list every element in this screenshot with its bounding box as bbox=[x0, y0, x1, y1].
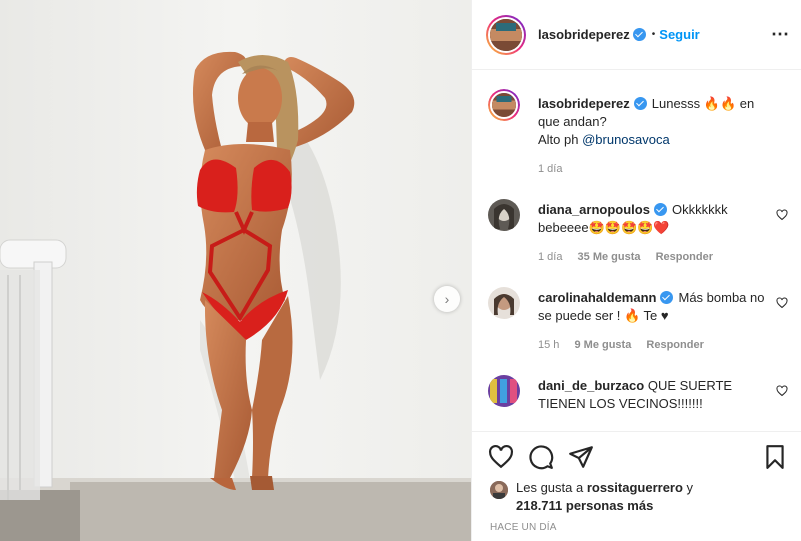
separator-dot: • bbox=[651, 29, 656, 40]
comment-text: diana_arnopoulos Okkkkkkk bebeeee🤩🤩🤩🤩❤️ bbox=[538, 201, 774, 237]
comment-time[interactable]: 15 h bbox=[538, 339, 559, 351]
reply-button[interactable]: Responder bbox=[646, 339, 703, 351]
likes-prefix: Les gusta a bbox=[516, 480, 587, 495]
comment-meta: 15 h 9 Me gusta Responder bbox=[538, 339, 716, 351]
follow-button[interactable]: Seguir bbox=[659, 27, 699, 42]
next-photo-button[interactable]: › bbox=[434, 286, 460, 312]
verified-badge-icon bbox=[660, 291, 674, 304]
heart-icon[interactable] bbox=[776, 297, 788, 309]
commenter-username[interactable]: diana_arnopoulos bbox=[538, 202, 650, 217]
comment-item: carolinahaldemann Más bomba no se puede s… bbox=[488, 287, 788, 357]
liker-avatar[interactable] bbox=[490, 481, 508, 499]
commenter-avatar[interactable] bbox=[488, 199, 520, 231]
caption-meta: 1 día bbox=[538, 163, 574, 175]
heart-icon[interactable] bbox=[776, 209, 788, 221]
post-timestamp[interactable]: HACE UN DÍA bbox=[490, 522, 557, 533]
post-sidebar: lasobrideperez • Seguir ⋯ lasobrideperez… bbox=[471, 0, 801, 541]
caption: lasobrideperez Lunesss 🔥🔥 en que andan? A… bbox=[488, 89, 788, 189]
post-header: lasobrideperez • Seguir ⋯ bbox=[472, 0, 801, 70]
comments-list[interactable]: lasobrideperez Lunesss 🔥🔥 en que andan? A… bbox=[472, 71, 801, 431]
comment-item: dani_de_burzaco QUE SUERTE TIENEN LOS VE… bbox=[488, 375, 788, 425]
caption-username[interactable]: lasobrideperez bbox=[538, 96, 630, 111]
liker-username[interactable]: rossitaguerrero bbox=[587, 480, 683, 495]
commenter-avatar[interactable] bbox=[488, 287, 520, 319]
verified-badge-icon bbox=[632, 28, 646, 41]
caption-avatar[interactable] bbox=[488, 89, 520, 121]
bookmark-icon[interactable] bbox=[762, 444, 788, 470]
verified-badge-icon bbox=[633, 97, 647, 110]
heart-icon[interactable] bbox=[488, 444, 514, 470]
comment-meta: 1 día 35 Me gusta Responder bbox=[538, 251, 725, 263]
comment-icon[interactable] bbox=[528, 444, 554, 470]
more-options-icon[interactable]: ⋯ bbox=[771, 24, 790, 45]
likes-count[interactable]: 218.711 personas más bbox=[516, 498, 653, 513]
chevron-right-icon: › bbox=[444, 291, 450, 307]
paper-plane-icon[interactable] bbox=[568, 444, 594, 470]
author-avatar[interactable] bbox=[486, 14, 526, 55]
author-username[interactable]: lasobrideperez bbox=[538, 27, 630, 42]
photo-illustration bbox=[0, 0, 471, 541]
commenter-avatar[interactable] bbox=[488, 375, 520, 407]
commenter-username[interactable]: carolinahaldemann bbox=[538, 290, 656, 305]
likes-suffix: y bbox=[682, 480, 694, 495]
post-actions: Les gusta a rossitaguerrero y 218.711 pe… bbox=[472, 431, 801, 541]
caption-time[interactable]: 1 día bbox=[538, 163, 562, 175]
comment-item: diana_arnopoulos Okkkkkkk bebeeee🤩🤩🤩🤩❤️ 1… bbox=[488, 199, 788, 269]
caption-text: lasobrideperez Lunesss 🔥🔥 en que andan? A… bbox=[538, 95, 774, 149]
reply-button[interactable]: Responder bbox=[656, 251, 713, 263]
comment-text: dani_de_burzaco QUE SUERTE TIENEN LOS VE… bbox=[538, 377, 774, 413]
commenter-username[interactable]: dani_de_burzaco bbox=[538, 378, 644, 393]
comment-likes[interactable]: 35 Me gusta bbox=[578, 251, 641, 263]
comment-text: carolinahaldemann Más bomba no se puede s… bbox=[538, 289, 774, 325]
caption-line-2: Alto ph bbox=[538, 132, 583, 147]
caption-mention[interactable]: @brunosavoca bbox=[582, 132, 670, 147]
instagram-post: › lasobrideperez • Seguir ⋯ lasobrideper… bbox=[0, 0, 801, 541]
verified-badge-icon bbox=[653, 203, 667, 216]
heart-icon[interactable] bbox=[776, 385, 788, 397]
likes-text: Les gusta a rossitaguerrero y 218.711 pe… bbox=[516, 479, 756, 515]
comment-time[interactable]: 1 día bbox=[538, 251, 562, 263]
comment-likes[interactable]: 9 Me gusta bbox=[574, 339, 631, 351]
post-image[interactable]: › bbox=[0, 0, 471, 541]
